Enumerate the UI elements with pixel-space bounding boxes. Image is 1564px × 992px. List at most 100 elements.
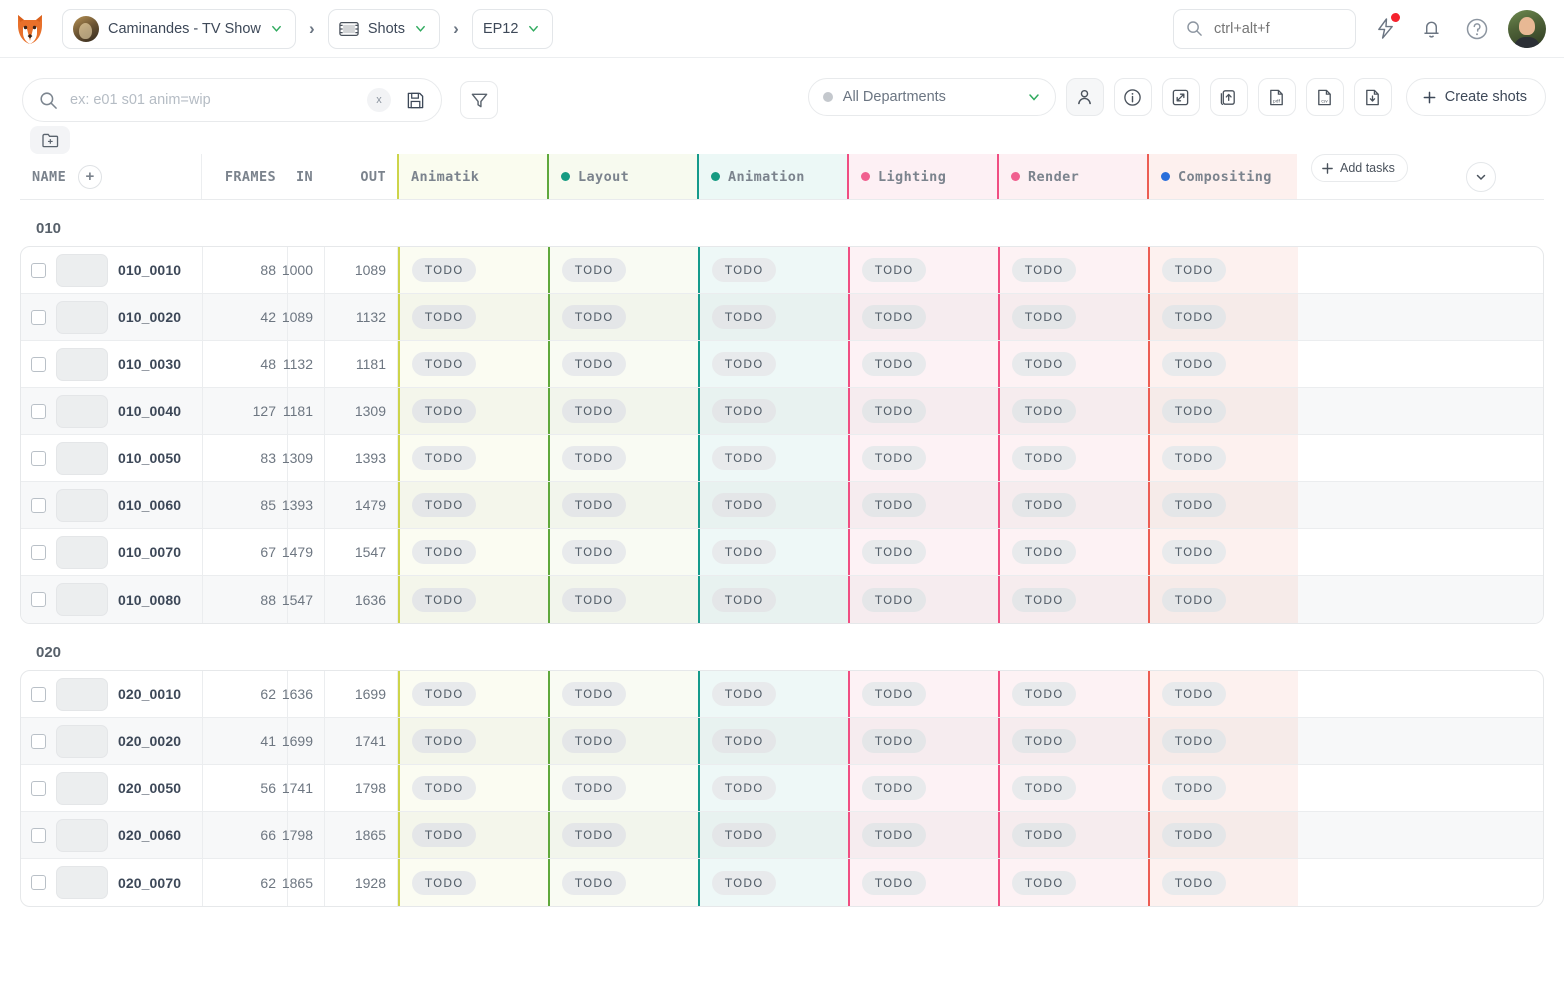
task-status-badge[interactable]: TODO	[1162, 870, 1227, 895]
task-cell-layout[interactable]: TODO	[548, 576, 698, 623]
task-status-badge[interactable]: TODO	[562, 540, 627, 564]
task-status-badge[interactable]: TODO	[712, 823, 777, 847]
global-search-input[interactable]	[1212, 19, 1343, 38]
row-in-cell[interactable]: 1741	[282, 765, 325, 811]
global-search[interactable]	[1173, 8, 1356, 49]
task-cell-layout[interactable]: TODO	[548, 529, 698, 575]
shot-thumbnail[interactable]	[56, 583, 108, 616]
task-status-badge[interactable]: TODO	[1162, 540, 1227, 564]
task-status-badge[interactable]: TODO	[1162, 729, 1227, 753]
task-cell-compositing[interactable]: TODO	[1148, 718, 1298, 764]
shot-thumbnail[interactable]	[56, 253, 108, 287]
column-header-frames[interactable]: FRAMES	[202, 154, 287, 199]
table-row[interactable]: 010_0060 85 1393 1479 TODO TODO TODO TODO TODO TO…	[21, 482, 1543, 529]
task-status-badge[interactable]: TODO	[862, 870, 927, 895]
task-status-badge[interactable]: TODO	[1162, 493, 1227, 517]
row-checkbox[interactable]	[31, 780, 46, 796]
task-cell-render[interactable]: TODO	[998, 341, 1148, 387]
task-status-badge[interactable]: TODO	[712, 258, 777, 282]
row-out-cell[interactable]: 1699	[325, 671, 398, 717]
row-frames-cell[interactable]: 62	[203, 671, 288, 717]
task-cell-layout[interactable]: TODO	[548, 294, 698, 340]
task-status-badge[interactable]: TODO	[412, 446, 477, 470]
task-status-badge[interactable]: TODO	[862, 776, 927, 800]
task-cell-layout[interactable]: TODO	[548, 671, 698, 717]
task-cell-animation[interactable]: TODO	[698, 294, 848, 340]
row-out-cell[interactable]: 1636	[325, 576, 398, 623]
task-cell-compositing[interactable]: TODO	[1148, 435, 1298, 481]
task-cell-layout[interactable]: TODO	[548, 482, 698, 528]
row-out-cell[interactable]: 1181	[325, 341, 398, 387]
task-cell-compositing[interactable]: TODO	[1148, 341, 1298, 387]
table-row[interactable]: 020_0050 56 1741 1798 TODO TODO TODO TODO TODO TO…	[21, 765, 1543, 812]
task-status-badge[interactable]: TODO	[1012, 870, 1077, 895]
task-cell-compositing[interactable]: TODO	[1148, 671, 1298, 717]
expand-icon[interactable]	[1161, 78, 1200, 116]
task-cell-lighting[interactable]: TODO	[848, 529, 998, 575]
chevron-down-icon[interactable]	[527, 22, 540, 35]
row-in-cell[interactable]: 1089	[282, 294, 325, 340]
row-in-cell[interactable]: 1699	[282, 718, 325, 764]
chevron-down-icon[interactable]	[1027, 90, 1041, 104]
task-cell-animatik[interactable]: TODO	[398, 435, 548, 481]
task-status-badge[interactable]: TODO	[712, 305, 777, 329]
row-frames-cell[interactable]: 67	[203, 529, 288, 575]
bolt-icon[interactable]	[1368, 12, 1402, 46]
table-row[interactable]: 010_0080 88 1547 1636 TODO TODO TODO TODO TODO TO…	[21, 576, 1543, 623]
task-cell-layout[interactable]: TODO	[548, 388, 698, 434]
table-row[interactable]: 020_0060 66 1798 1865 TODO TODO TODO TODO TODO TO…	[21, 812, 1543, 859]
task-status-badge[interactable]: TODO	[412, 540, 477, 564]
task-cell-layout[interactable]: TODO	[548, 718, 698, 764]
department-select[interactable]: All Departments	[807, 78, 1056, 116]
task-cell-animation[interactable]: TODO	[698, 435, 848, 481]
task-status-badge[interactable]: TODO	[1012, 587, 1077, 612]
task-status-badge[interactable]: TODO	[712, 587, 777, 612]
task-status-badge[interactable]: TODO	[712, 682, 777, 706]
task-cell-animatik[interactable]: TODO	[398, 341, 548, 387]
row-in-cell[interactable]: 1309	[282, 435, 325, 481]
row-out-cell[interactable]: 1132	[325, 294, 398, 340]
shot-thumbnail[interactable]	[56, 724, 108, 758]
task-status-badge[interactable]: TODO	[562, 352, 627, 376]
task-cell-animatik[interactable]: TODO	[398, 718, 548, 764]
row-checkbox[interactable]	[31, 403, 46, 419]
task-cell-compositing[interactable]: TODO	[1148, 294, 1298, 340]
row-frames-cell[interactable]: 66	[203, 812, 288, 858]
task-status-badge[interactable]: TODO	[1162, 446, 1227, 470]
task-status-badge[interactable]: TODO	[1012, 729, 1077, 753]
filter-button[interactable]	[460, 81, 498, 119]
task-status-badge[interactable]: TODO	[562, 258, 627, 282]
task-status-badge[interactable]: TODO	[862, 540, 927, 564]
task-cell-layout[interactable]: TODO	[548, 812, 698, 858]
table-row[interactable]: 010_0020 42 1089 1132 TODO TODO TODO TODO TODO TO…	[21, 294, 1543, 341]
table-row[interactable]: 020_0070 62 1865 1928 TODO TODO TODO TODO TODO TO…	[21, 859, 1543, 906]
row-checkbox[interactable]	[31, 544, 46, 560]
shot-thumbnail[interactable]	[56, 300, 108, 334]
task-cell-animatik[interactable]: TODO	[398, 294, 548, 340]
row-checkbox[interactable]	[31, 450, 46, 466]
task-cell-animation[interactable]: TODO	[698, 388, 848, 434]
row-frames-cell[interactable]: 127	[203, 388, 288, 434]
row-checkbox[interactable]	[31, 356, 46, 372]
task-status-badge[interactable]: TODO	[412, 776, 477, 800]
row-in-cell[interactable]: 1393	[282, 482, 325, 528]
task-cell-compositing[interactable]: TODO	[1148, 529, 1298, 575]
task-status-badge[interactable]: TODO	[712, 540, 777, 564]
create-shots-button[interactable]: Create shots	[1405, 78, 1546, 116]
row-in-cell[interactable]: 1000	[282, 247, 325, 293]
shot-thumbnail[interactable]	[56, 394, 108, 428]
task-cell-compositing[interactable]: TODO	[1148, 812, 1298, 858]
task-status-badge[interactable]: TODO	[1162, 587, 1227, 612]
task-cell-lighting[interactable]: TODO	[848, 247, 998, 293]
task-cell-animatik[interactable]: TODO	[398, 529, 548, 575]
task-cell-animation[interactable]: TODO	[698, 718, 848, 764]
task-status-badge[interactable]: TODO	[412, 587, 477, 612]
row-out-cell[interactable]: 1928	[325, 859, 398, 906]
shot-thumbnail[interactable]	[56, 535, 108, 569]
share-icon[interactable]	[1209, 78, 1248, 116]
add-tasks-button[interactable]: Add tasks	[1311, 154, 1408, 182]
row-out-cell[interactable]: 1741	[325, 718, 398, 764]
task-status-badge[interactable]: TODO	[1012, 776, 1077, 800]
row-checkbox[interactable]	[31, 875, 46, 890]
shot-thumbnail[interactable]	[56, 677, 108, 711]
